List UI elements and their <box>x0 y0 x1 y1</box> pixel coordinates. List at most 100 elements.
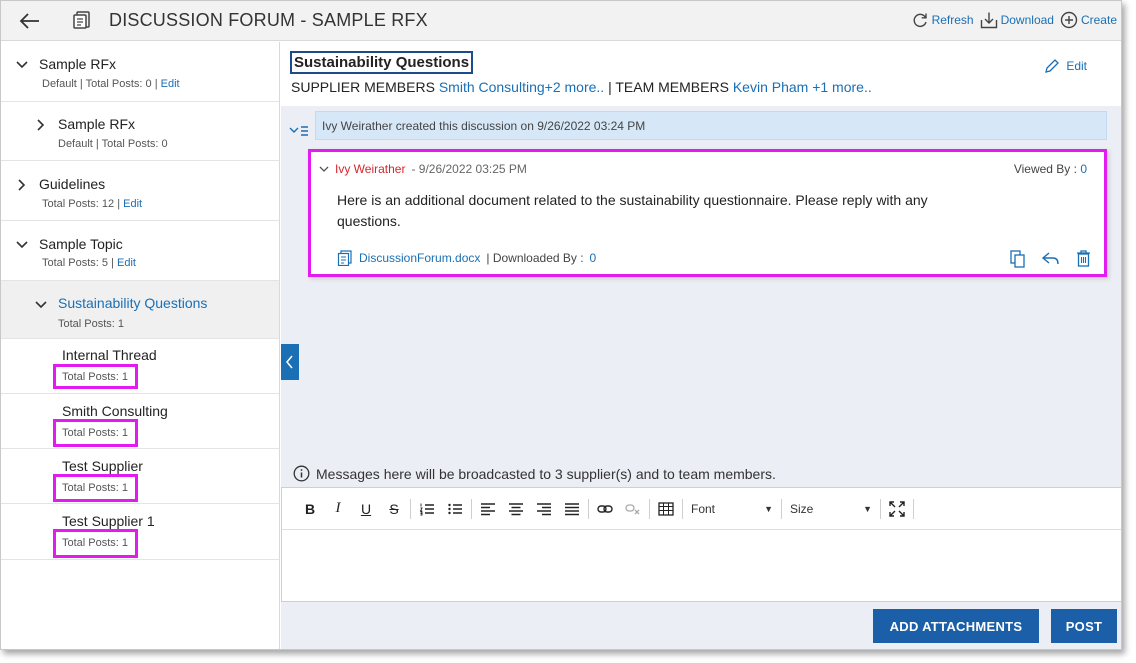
discussion-header: Sustainability Questions SUPPLIER MEMBER… <box>281 42 1121 106</box>
maximize-icon <box>889 500 905 517</box>
font-dropdown-label: Font <box>691 501 716 516</box>
edit-discussion-button[interactable]: Edit <box>1044 58 1087 74</box>
message-editor: B I U S Font ▼ Size ▼ <box>281 487 1121 602</box>
strikethrough-button[interactable]: S <box>380 497 408 521</box>
thread-title: Internal Thread <box>62 347 157 363</box>
numbered-list-icon <box>419 503 434 515</box>
edit-link[interactable]: Edit <box>123 198 142 210</box>
tree-item-sample-topic[interactable]: Sample Topic Total Posts: 5 | Edit <box>1 221 279 281</box>
tree-item-sample-rfx[interactable]: Sample RFx Default | Total Posts: 0 | Ed… <box>1 42 279 102</box>
italic-button[interactable]: I <box>324 497 352 521</box>
post-timestamp: - 9/26/2022 03:25 PM <box>411 162 527 176</box>
underline-button[interactable]: U <box>352 497 380 521</box>
create-label: Create <box>1080 13 1117 27</box>
post-count: Default | Total Posts: 0 <box>58 138 168 150</box>
refresh-icon <box>913 13 927 28</box>
justify-button[interactable] <box>558 497 586 521</box>
size-dropdown-label: Size <box>790 501 814 516</box>
edit-link[interactable]: Edit <box>117 257 136 269</box>
thread-item-smith-consulting[interactable]: Smith Consulting Total Posts: 1 <box>1 394 279 449</box>
editor-actions: ADD ATTACHMENTS POST <box>873 609 1117 643</box>
thread-item-internal-thread[interactable]: Internal Thread Total Posts: 1 <box>1 339 279 394</box>
header-bar: DISCUSSION FORUM - SAMPLE RFX Refresh Do… <box>1 1 1121 41</box>
tree-item-sample-rfx-child[interactable]: Sample RFx Default | Total Posts: 0 <box>1 102 279 161</box>
edit-link[interactable]: Edit <box>161 78 180 90</box>
reply-icon[interactable] <box>1041 249 1060 268</box>
bold-button[interactable]: B <box>296 497 324 521</box>
chevron-down-icon[interactable] <box>15 58 29 72</box>
align-center-icon <box>509 502 523 515</box>
download-label: Download <box>1000 13 1054 27</box>
attachment-link[interactable]: DiscussionForum.docx <box>359 251 480 265</box>
unlink-button[interactable] <box>619 497 647 521</box>
message-input[interactable] <box>282 530 1121 602</box>
toolbar-divider <box>471 498 472 519</box>
tree-item-guidelines[interactable]: Guidelines Total Posts: 12 | Edit <box>1 161 279 221</box>
download-button[interactable]: Download <box>980 11 1054 29</box>
toolbar-divider <box>588 498 589 519</box>
create-button[interactable]: Create <box>1060 11 1117 29</box>
edit-label: Edit <box>1066 59 1087 73</box>
thread-collapse-icon[interactable] <box>289 123 309 139</box>
tree-item-title: Sample RFx <box>39 56 117 72</box>
thread-item-test-supplier[interactable]: Test Supplier Total Posts: 1 <box>1 449 279 504</box>
supplier-members-link[interactable]: Smith Consulting+2 more.. <box>439 79 604 95</box>
copy-icon[interactable] <box>1008 249 1027 268</box>
align-center-button[interactable] <box>502 497 530 521</box>
size-dropdown[interactable]: Size ▼ <box>784 497 878 521</box>
chevron-down-icon[interactable] <box>34 298 48 312</box>
viewed-by-count[interactable]: 0 <box>1080 162 1087 176</box>
toolbar-divider <box>682 498 683 519</box>
viewed-by: Viewed By : 0 <box>1014 162 1087 176</box>
align-left-button[interactable] <box>474 497 502 521</box>
link-button[interactable] <box>591 497 619 521</box>
tree-item-title: Sustainability Questions <box>58 295 208 311</box>
thread-title: Test Supplier 1 <box>62 513 155 529</box>
numbered-list-button[interactable] <box>413 497 441 521</box>
toolbar-divider <box>410 498 411 519</box>
tree-item-meta: Total Posts: 12 | Edit <box>42 198 142 210</box>
table-button[interactable] <box>652 497 680 521</box>
download-icon <box>980 12 997 29</box>
pencil-icon <box>1045 59 1060 73</box>
info-icon <box>293 465 310 482</box>
table-icon <box>658 501 674 516</box>
sidebar-collapse-button[interactable] <box>281 344 299 380</box>
add-attachments-button[interactable]: ADD ATTACHMENTS <box>873 609 1039 643</box>
post-body: Here is an additional document related t… <box>337 192 928 229</box>
chevron-down-icon[interactable] <box>15 238 29 252</box>
broadcast-notice: Messages here will be broadcasted to 3 s… <box>281 460 1121 487</box>
post-author: Ivy Weirather <box>335 162 406 176</box>
team-members-link[interactable]: Kevin Pham +1 more.. <box>733 79 872 95</box>
chevron-right-icon[interactable] <box>15 178 29 192</box>
post-card: Ivy Weirather - 9/26/2022 03:25 PM Viewe… <box>308 149 1107 277</box>
bulleted-list-button[interactable] <box>441 497 469 521</box>
chevron-right-icon[interactable] <box>34 118 48 132</box>
toolbar-divider <box>913 498 914 519</box>
tree-item-sustainability-questions[interactable]: Sustainability Questions Total Posts: 1 <box>1 281 279 339</box>
refresh-button[interactable]: Refresh <box>911 11 974 29</box>
tree-item-title: Sample Topic <box>39 236 123 252</box>
refresh-label: Refresh <box>931 13 974 27</box>
downloaded-by-label: | Downloaded By : <box>486 251 584 265</box>
maximize-button[interactable] <box>883 497 911 521</box>
post-count: Total Posts: 12 | <box>42 198 121 210</box>
downloaded-by-count[interactable]: 0 <box>590 251 597 265</box>
post-header: Ivy Weirather - 9/26/2022 03:25 PM <box>319 162 527 176</box>
page-title: DISCUSSION FORUM - SAMPLE RFX <box>109 10 428 30</box>
tree-item-meta: Total Posts: 5 | Edit <box>42 257 136 269</box>
back-arrow-icon[interactable] <box>19 10 41 32</box>
toolbar-divider <box>649 498 650 519</box>
post-button[interactable]: POST <box>1051 609 1117 643</box>
thread-item-test-supplier-1[interactable]: Test Supplier 1 Total Posts: 1 <box>1 504 279 560</box>
bulleted-list-icon <box>448 503 462 514</box>
font-dropdown[interactable]: Font ▼ <box>685 497 779 521</box>
post-count: Default | Total Posts: 0 | <box>42 78 158 90</box>
post-count: Total Posts: 1 <box>62 427 129 439</box>
editor-toolbar: B I U S Font ▼ Size ▼ <box>282 488 1121 530</box>
tree-item-title: Sample RFx <box>58 116 136 132</box>
chevron-down-icon[interactable] <box>319 165 329 173</box>
caret-down-icon: ▼ <box>764 503 773 514</box>
align-right-button[interactable] <box>530 497 558 521</box>
trash-icon[interactable] <box>1074 249 1093 268</box>
